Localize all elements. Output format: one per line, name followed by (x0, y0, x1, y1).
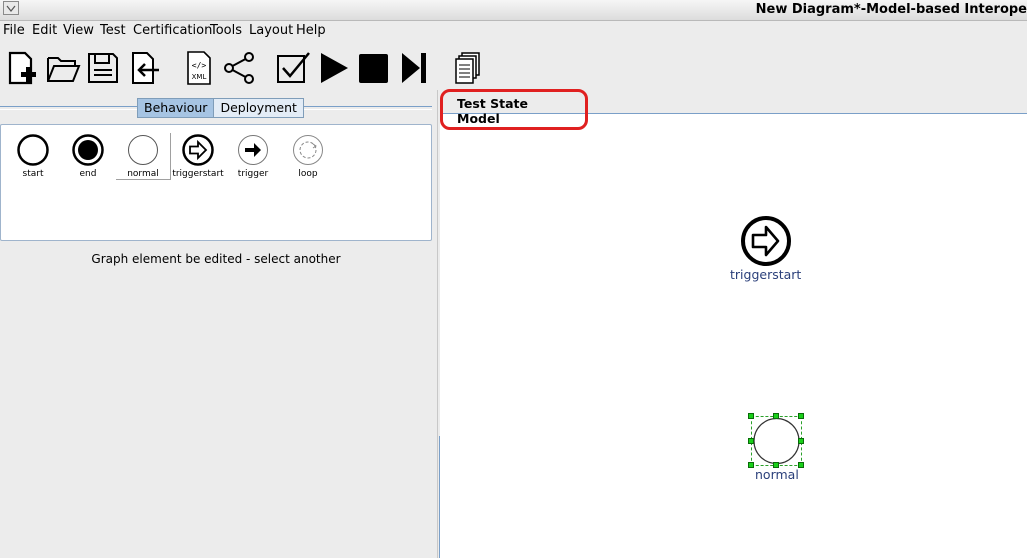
open-button[interactable] (45, 50, 81, 86)
loop-icon (293, 135, 323, 165)
open-folder-icon (47, 57, 81, 82)
palette-label: triggerstart (172, 169, 224, 179)
resize-handle[interactable] (773, 413, 779, 419)
triggerstart-node-label: triggerstart (730, 267, 802, 282)
palette-item-triggerstart[interactable]: triggerstart (171, 133, 225, 179)
normal-node-label: normal (755, 467, 799, 482)
menu-certification[interactable]: Certification (133, 23, 212, 38)
copy-icon (455, 52, 480, 84)
menu-test[interactable]: Test (100, 23, 126, 38)
resize-handle[interactable] (798, 462, 804, 468)
title-bar: New Diagram*-Model-based Interope (0, 0, 1027, 21)
window-title: New Diagram*-Model-based Interope (755, 2, 1027, 17)
svg-text:</>: </> (192, 61, 207, 70)
resize-handle[interactable] (798, 413, 804, 419)
play-icon (321, 53, 348, 83)
node-palette: start end normal triggerstart trigger lo… (0, 124, 432, 241)
triggerstart-icon (182, 134, 214, 166)
palette-item-normal[interactable]: normal (116, 133, 171, 180)
resize-handle[interactable] (748, 413, 754, 419)
menu-help[interactable]: Help (296, 23, 326, 38)
end-icon (72, 134, 104, 166)
palette-item-end[interactable]: end (61, 133, 115, 179)
xml-icon: </> XML (187, 51, 211, 85)
toolbar: </> XML (0, 46, 1027, 90)
tab-deployment[interactable]: Deployment (214, 98, 304, 118)
stop-button[interactable] (356, 50, 392, 86)
triggerstart-node[interactable] (740, 215, 792, 267)
new-diagram-button[interactable] (5, 50, 41, 86)
tab-behaviour[interactable]: Behaviour (137, 98, 215, 118)
panel-divider[interactable] (437, 90, 438, 558)
menu-view[interactable]: View (63, 23, 94, 38)
resize-handle[interactable] (748, 438, 754, 444)
copy-button[interactable] (451, 50, 487, 86)
menu-file[interactable]: File (3, 23, 25, 38)
import-button[interactable] (125, 50, 161, 86)
save-button[interactable] (85, 50, 121, 86)
window-menu-button[interactable] (3, 1, 19, 15)
menu-edit[interactable]: Edit (32, 23, 57, 38)
stop-icon (359, 54, 388, 83)
menu-tools[interactable]: Tools (210, 23, 242, 38)
palette-label: start (22, 169, 44, 179)
highlight-annotation (440, 89, 588, 130)
palette-item-start[interactable]: start (6, 133, 60, 179)
chevron-down-icon (6, 5, 16, 12)
status-message: Graph element be edited - select another (91, 252, 341, 266)
step-icon (402, 53, 426, 83)
palette-label: trigger (237, 169, 269, 179)
resize-handle[interactable] (748, 462, 754, 468)
share-icon (224, 52, 254, 84)
diagram-canvas[interactable] (440, 114, 1027, 558)
menu-layout[interactable]: Layout (249, 23, 293, 38)
selection-box (751, 416, 802, 466)
palette-label: loop (298, 169, 318, 179)
trigger-icon (238, 135, 268, 165)
palette-tabs: Behaviour Deployment (137, 98, 304, 118)
palette-item-loop[interactable]: loop (281, 133, 335, 179)
normal-state-icon (128, 135, 158, 165)
new-icon (8, 51, 36, 85)
share-button[interactable] (221, 50, 257, 86)
validate-button[interactable] (275, 50, 311, 86)
palette-label: normal (127, 169, 159, 179)
step-button[interactable] (396, 50, 432, 86)
start-icon (17, 134, 49, 166)
palette-item-trigger[interactable]: trigger (226, 133, 280, 179)
xml-label: XML (192, 73, 207, 81)
validate-icon (277, 52, 310, 83)
play-button[interactable] (316, 50, 352, 86)
import-icon (132, 52, 159, 84)
resize-handle[interactable] (798, 438, 804, 444)
palette-label: end (79, 169, 97, 179)
save-icon (88, 53, 118, 83)
export-xml-button[interactable]: </> XML (182, 50, 218, 86)
